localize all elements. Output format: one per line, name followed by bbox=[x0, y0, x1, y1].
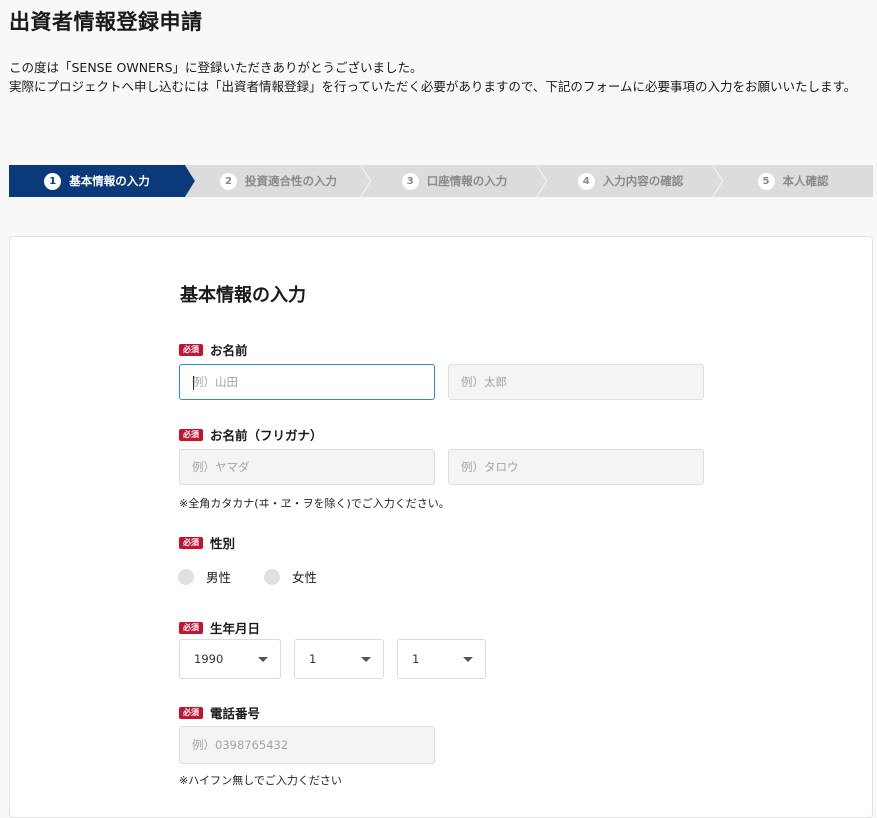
first-name-kana-input[interactable] bbox=[448, 449, 704, 485]
name-label: お名前 bbox=[210, 343, 248, 358]
birthdate-label: 生年月日 bbox=[210, 621, 261, 636]
step-2: 2 投資適合性の入力 bbox=[185, 165, 372, 197]
step-3: 3 口座情報の入力 bbox=[361, 165, 548, 197]
step-5-label: 本人確認 bbox=[782, 174, 829, 188]
kana-field-label: 必須 お名前（フリガナ） bbox=[179, 425, 323, 444]
kana-label: お名前（フリガナ） bbox=[210, 428, 323, 443]
birth-day-value: 1 bbox=[412, 652, 420, 666]
intro-line-1: この度は「SENSE OWNERS」に登録いただきありがとうございました。 bbox=[9, 60, 423, 75]
phone-input[interactable] bbox=[179, 726, 435, 764]
birth-year-value: 1990 bbox=[194, 652, 224, 666]
radio-circle[interactable] bbox=[264, 568, 280, 585]
birth-day-select[interactable]: 1 bbox=[397, 639, 486, 679]
step-3-number: 3 bbox=[401, 172, 419, 190]
kana-note: ※全角カタカナ(ヰ・ヱ・ヲを除く)でご入力ください。 bbox=[179, 497, 450, 510]
gender-male-radio[interactable]: 男性 bbox=[178, 567, 231, 586]
phone-field-label: 必須 電話番号 bbox=[179, 703, 260, 722]
phone-note: ※ハイフン無しでご入力ください bbox=[179, 774, 342, 787]
step-1-number: 1 bbox=[44, 172, 62, 190]
gender-female-radio[interactable]: 女性 bbox=[264, 567, 317, 586]
required-badge: 必須 bbox=[179, 621, 203, 634]
birth-year-select[interactable]: 1990 bbox=[179, 639, 281, 679]
required-badge: 必須 bbox=[179, 428, 203, 441]
step-2-number: 2 bbox=[220, 172, 237, 190]
form-card: 基本情報の入力 必須 お名前 必須 お名前（フリガナ） ※全角カタカナ(ヰ・ヱ・… bbox=[9, 236, 873, 818]
first-name-input[interactable] bbox=[448, 364, 704, 400]
phone-label: 電話番号 bbox=[210, 706, 261, 721]
page-title: 出資者情報登録申請 bbox=[9, 10, 203, 34]
form-title: 基本情報の入力 bbox=[180, 285, 306, 306]
step-1-label: 基本情報の入力 bbox=[69, 174, 150, 188]
gender-field-label: 必須 性別 bbox=[179, 533, 235, 552]
gender-female-label[interactable]: 女性 bbox=[292, 567, 317, 586]
last-name-kana-input[interactable] bbox=[179, 449, 435, 485]
birth-month-select[interactable]: 1 bbox=[294, 639, 384, 679]
step-1: 1 基本情報の入力 bbox=[9, 165, 195, 197]
chevron-down-icon bbox=[258, 656, 268, 662]
chevron-down-icon bbox=[361, 656, 371, 662]
name-field-label: 必須 お名前 bbox=[179, 340, 248, 359]
last-name-input[interactable] bbox=[179, 364, 435, 400]
intro-text: この度は「SENSE OWNERS」に登録いただきありがとうございました。 実際… bbox=[9, 58, 869, 96]
text-cursor bbox=[193, 376, 194, 390]
step-indicator: 1 基本情報の入力 2 投資適合性の入力 3 口座情報の入力 4 入力内容の確認… bbox=[9, 165, 873, 197]
step-3-label: 口座情報の入力 bbox=[426, 174, 508, 188]
birthdate-field-label: 必須 生年月日 bbox=[179, 618, 260, 637]
radio-circle[interactable] bbox=[178, 568, 194, 585]
step-4-label: 入力内容の確認 bbox=[602, 174, 684, 188]
required-badge: 必須 bbox=[179, 343, 203, 356]
step-4-number: 4 bbox=[577, 172, 595, 190]
required-badge: 必須 bbox=[179, 706, 203, 719]
gender-label: 性別 bbox=[210, 536, 236, 551]
gender-male-label[interactable]: 男性 bbox=[206, 567, 231, 586]
step-5: 5 本人確認 bbox=[713, 165, 873, 197]
birth-month-value: 1 bbox=[309, 652, 317, 666]
step-5-number: 5 bbox=[757, 172, 775, 190]
chevron-down-icon bbox=[463, 656, 473, 662]
step-4: 4 入力内容の確認 bbox=[537, 165, 724, 197]
required-badge: 必須 bbox=[179, 536, 203, 549]
intro-line-2: 実際にプロジェクトへ申し込むには「出資者情報登録」を行っていただく必要があります… bbox=[9, 79, 857, 94]
step-2-label: 投資適合性の入力 bbox=[245, 174, 337, 188]
